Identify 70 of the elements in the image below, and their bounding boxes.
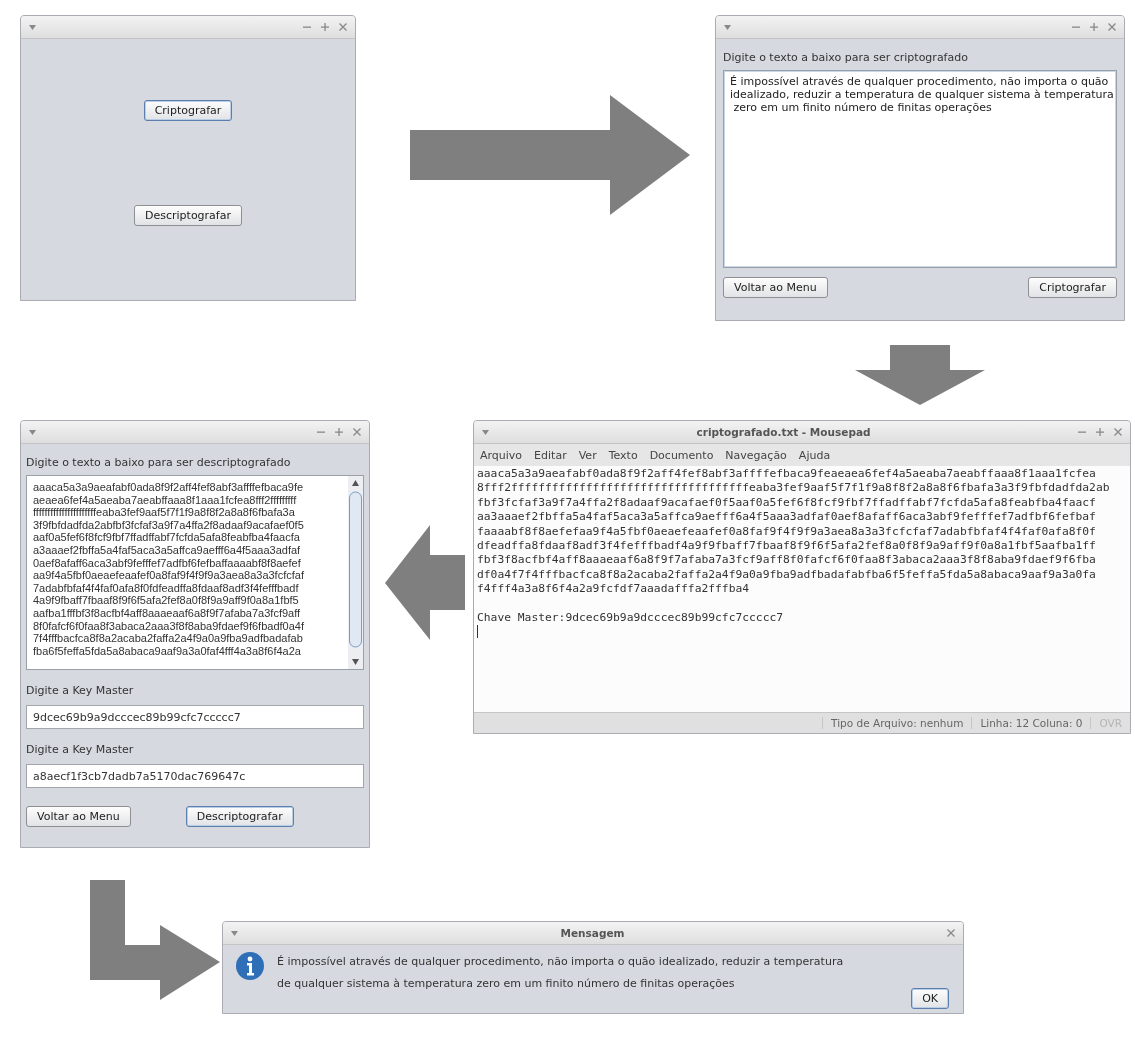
dropdown-icon[interactable] bbox=[724, 24, 731, 30]
text-line: 7f4fffbacfca8f8a2acaba2faffa2a4f9a0a9fba9adfbadafab bbox=[33, 632, 304, 645]
button[interactable]: Criptografar bbox=[1028, 277, 1117, 298]
message-text: de qualquer sistema à temperatura zero em um finito número de finitas operações bbox=[277, 977, 736, 990]
editor-text-area[interactable] bbox=[474, 466, 1130, 712]
text-line: 8fff2fffffffffffffffffffffffffffffffffffeaba3fef9aaf5f7f1f9a8f8f2a8a8f6fbafa3a3f9fbfdadfda2ab bbox=[477, 481, 1111, 496]
field-label: Digite o texto a baixo para ser descriptografado bbox=[26, 456, 292, 469]
window-title: Mensagem bbox=[559, 927, 626, 939]
menu-item[interactable]: Editar bbox=[534, 448, 567, 462]
field-label: Digite a Key Master bbox=[26, 743, 135, 756]
text-line: 7adabfbfaf4f4faf0afa8f0fdfeadffa8fdaaf8adf3f4fefffbadf bbox=[33, 581, 300, 595]
info-icon bbox=[235, 951, 265, 981]
text-line: aa3aaaef2fbffa5a4faf5aca3a5affca9aefff6a4f5aaa3adfaf0aef8afaff6aca3abf9fefffef7adfbf6fefbaf bbox=[477, 510, 1097, 525]
close-icon[interactable] bbox=[1114, 428, 1122, 436]
text-line: ffffffffffffffffffffffeaba3fef9aaf5f7f1f9a8f8f2a8a8f6fbafa3a bbox=[33, 506, 296, 519]
button[interactable]: OK bbox=[911, 988, 949, 1009]
text-line: fba6f5feffa5fda5a8abaca9aaf9a3a0faf4fff4a3a8f6f4a2a bbox=[33, 644, 302, 658]
button[interactable]: Voltar ao Menu bbox=[723, 277, 828, 298]
text-line: aafba1fffbf3f8acfbf4aff8aaaeaaf6a8f9f7afaba7a3fcf9aff bbox=[33, 606, 302, 620]
text-line: f4fff4a3a8f6f4a2a9fcfdf7aaadafffa2fffba4 bbox=[477, 582, 751, 597]
text-area[interactable]: É impossível através de qualquer procedimento, não importa o quão idealizado, reduzir a temperatura de qualquer sistema à temperatura zero em um finito número de finitas operações bbox=[723, 70, 1117, 268]
status-text: Tipo de Arquivo: nenhum bbox=[822, 717, 972, 729]
window-title: criptografado.txt - Mousepad bbox=[695, 426, 872, 438]
status-text: Linha: 12 Coluna: 0 bbox=[971, 717, 1091, 729]
text-line: 3f9fbfdadfda2abfbf3fcfaf3a9f7a4ffa2f8adaaf9acafaef0f5 bbox=[33, 518, 305, 532]
field-label: Digite o texto a baixo para ser criptografado bbox=[723, 51, 969, 64]
close-icon[interactable] bbox=[353, 428, 361, 436]
maximize-icon[interactable] bbox=[321, 23, 329, 31]
text-line: 8f0fafcf6f0faa8f3abaca2aaa3f8f8aba9fdaef9f6fbadf0a4f bbox=[33, 619, 305, 633]
menu-item[interactable]: Documento bbox=[649, 448, 714, 462]
close-icon[interactable] bbox=[339, 23, 347, 31]
text-line: faaaabf8f8aefefaa9f4a5fbf0aeaefeaafef0a8faf9f4f9f9a3aea8a3a3fcfcfaf7adabfbfaf4f4faf0afa8f0f bbox=[477, 524, 1097, 540]
menu-item[interactable]: Texto bbox=[608, 448, 638, 462]
dropdown-icon[interactable] bbox=[231, 930, 238, 936]
text-line: aa9f4a5fbf0aeaefeaafef0a8faf9f4f9f9a3aea8a3a3fcfcfaf bbox=[33, 569, 305, 582]
button[interactable]: Voltar ao Menu bbox=[26, 806, 131, 827]
field-label: Digite a Key Master bbox=[26, 684, 135, 697]
menu-item[interactable]: Arquivo bbox=[480, 448, 523, 462]
input-field[interactable]: a8aecf1f3cb7dadb7a5170dac769647c bbox=[26, 764, 364, 788]
text-line: df0a4f7f4fffbacfca8f8a2acaba2faffa2a4f9a0a9fba9adfbadafabfba6f5feffa5fda5a8abaca9aaf9a3a0fa bbox=[477, 567, 1097, 583]
dropdown-icon[interactable] bbox=[29, 24, 36, 30]
text-line: Chave Master:9dcec69b9a9dcccec89b99cfc7ccccc7 bbox=[477, 611, 785, 626]
text-line: aaaca5a3a9aeafabf0ada8f9f2aff4fef8abf3affffefbaca9feaeaea6fef4a5aeaba7aeabffaaa8f1aaa1fcfea bbox=[477, 467, 1097, 482]
text-cursor bbox=[477, 625, 478, 639]
button[interactable]: Criptografar bbox=[143, 100, 233, 121]
menu-item[interactable]: Navegação bbox=[725, 448, 787, 462]
button[interactable]: Descriptografar bbox=[134, 205, 242, 226]
button[interactable]: Descriptografar bbox=[185, 806, 294, 827]
text-line: a3aaaef2fbffa5a4faf5aca3a5affca9aefff6a4f5aaa3adfaf bbox=[33, 543, 302, 557]
text-line: aaaca5a3a9aeafabf0ada8f9f2aff4fef8abf3affffefbaca9fe bbox=[33, 481, 305, 494]
text-line: aaf0a5fef6f8fcf9fbf7ffadffabf7fcfda5afa8feabfba4faacfa bbox=[33, 531, 301, 544]
text-line: 0aef8afaff6aca3abf9fefffef7adfbf6fefbaffaaaabf8f8aefef bbox=[33, 556, 302, 570]
maximize-icon[interactable] bbox=[1096, 428, 1104, 436]
text-line: fbf3fcfaf3a9f7a4ffa2f8adaaf9acafaef0f5aaf0a5fef6f8fcf9fbf7ffadffabf7fcfda5afa8feabfba4faacf bbox=[477, 495, 1097, 511]
text-area[interactable] bbox=[26, 475, 364, 670]
text-line: 4a9f9fbaff7fbaaf8f9f6f5afa2fef8a0f8f9a9aff9f0a8a1fbf5 bbox=[33, 594, 300, 607]
menu-item[interactable]: Ajuda bbox=[798, 448, 831, 462]
text-line: fbf3f8acfbf4aff8aaaeaaf6a8f9f7afaba7a3fcf9aff8f0fafcf6f0faa8f3abaca2aaa3f8f8aba9fdaef9f6fba bbox=[477, 553, 1097, 568]
dropdown-icon[interactable] bbox=[29, 429, 36, 435]
close-icon[interactable] bbox=[947, 929, 955, 937]
dropdown-icon[interactable] bbox=[482, 429, 489, 435]
text-line: aeaea6fef4a5aeaba7aeabffaaa8f1aaa1fcfea8fff2fffffffff bbox=[33, 493, 298, 507]
maximize-icon[interactable] bbox=[1090, 23, 1098, 31]
input-field[interactable]: 9dcec69b9a9dcccec89b99cfc7ccccc7 bbox=[26, 705, 364, 729]
text-line: dfeadffa8fdaaf8adf3f4fefffbadf4a9f9fbaff7fbaaf8f9f6f5afa2fef8a0f8f9a9aff9f0a8a1fbf5aafba1ff bbox=[477, 539, 1097, 554]
menu-item[interactable]: Ver bbox=[578, 448, 597, 462]
scrollbar[interactable] bbox=[348, 476, 363, 669]
maximize-icon[interactable] bbox=[335, 428, 343, 436]
message-text: É impossível através de qualquer procedimento, não importa o quão idealizado, reduzir a temperatura bbox=[277, 955, 844, 968]
close-icon[interactable] bbox=[1108, 23, 1116, 31]
